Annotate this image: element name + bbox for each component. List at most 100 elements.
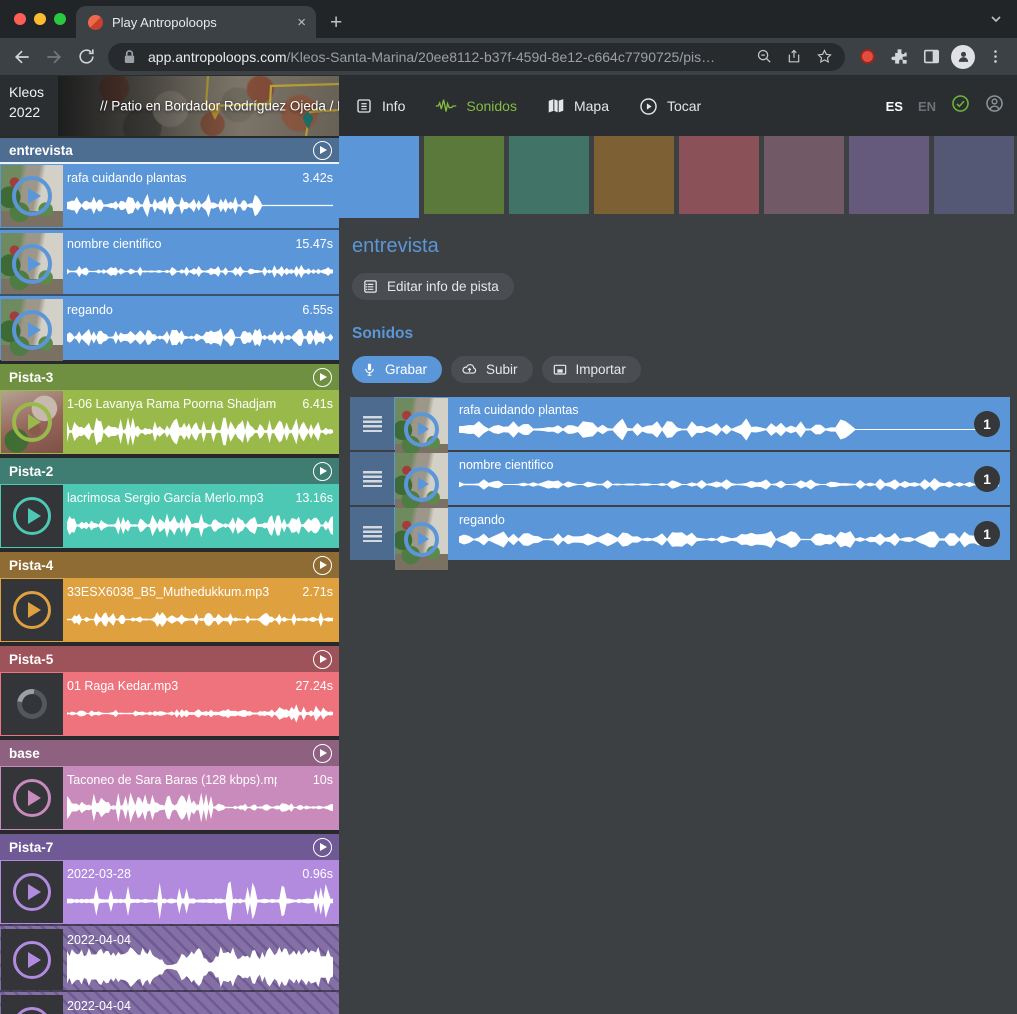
play-overlay-icon[interactable] (404, 467, 439, 502)
new-tab-button[interactable]: + (330, 12, 342, 33)
play-overlay-icon[interactable] (13, 497, 51, 535)
clip-thumbnail[interactable] (1, 929, 63, 991)
play-overlay-icon[interactable] (404, 522, 439, 557)
track-color-tab[interactable] (849, 136, 929, 214)
track-play-button[interactable] (313, 744, 332, 763)
record-button[interactable]: Grabar (352, 356, 442, 383)
play-overlay-icon[interactable] (12, 402, 52, 442)
account-icon[interactable] (985, 94, 1004, 118)
remix-cover-map[interactable]: // Patio en Bordador Rodríguez Ojeda / R… (58, 76, 339, 136)
sound-thumbnail[interactable] (395, 398, 448, 460)
nav-item-sonidos[interactable]: Sonidos (435, 98, 517, 114)
track-header[interactable]: entrevista (0, 138, 339, 164)
address-bar[interactable]: app.antropoloops.com/Kleos-Santa-Marina/… (108, 43, 845, 71)
sound-thumbnail[interactable] (395, 453, 448, 515)
play-overlay-icon[interactable] (13, 1007, 51, 1014)
sound-row[interactable]: rafa cuidando plantas 1 (350, 397, 1010, 450)
lang-es-button[interactable]: ES (886, 99, 903, 114)
back-button[interactable] (8, 43, 36, 71)
browser-tab[interactable]: Play Antropoloops × (76, 6, 316, 38)
sound-row[interactable]: regando 1 (350, 507, 1010, 560)
track-color-tab[interactable] (679, 136, 759, 214)
play-overlay-icon[interactable] (12, 176, 52, 216)
audio-clip[interactable]: 1-06 Lavanya Rama Poorna Shadjam Rupak..… (0, 390, 339, 454)
clip-thumbnail[interactable] (1, 767, 63, 829)
lock-icon[interactable] (118, 46, 140, 68)
import-button[interactable]: Importar (542, 356, 641, 383)
browser-menu-kebab-icon[interactable] (981, 43, 1009, 71)
sound-row[interactable]: nombre cientifico 1 (350, 452, 1010, 505)
track-Pista-5: Pista-5 01 Raga Kedar.mp3 27.24s (0, 646, 339, 736)
audio-clip[interactable]: 01 Raga Kedar.mp3 27.24s (0, 672, 339, 736)
drag-handle-icon[interactable] (350, 397, 394, 450)
track-header[interactable]: Pista-3 (0, 364, 339, 390)
track-header[interactable]: Pista-5 (0, 646, 339, 672)
track-play-button[interactable] (313, 462, 332, 481)
drag-handle-icon[interactable] (350, 452, 394, 505)
track-color-tab[interactable] (509, 136, 589, 214)
audio-clip[interactable]: rafa cuidando plantas 3.42s (0, 164, 339, 228)
url-text[interactable]: app.antropoloops.com/Kleos-Santa-Marina/… (148, 49, 745, 65)
clip-thumbnail[interactable] (1, 673, 63, 735)
play-overlay-icon[interactable] (13, 941, 51, 979)
share-icon[interactable] (783, 46, 805, 68)
play-overlay-icon[interactable] (13, 873, 51, 911)
clip-thumbnail[interactable] (1, 233, 63, 295)
track-color-tab[interactable] (339, 136, 419, 218)
bookmark-star-icon[interactable] (813, 46, 835, 68)
clip-thumbnail[interactable] (1, 995, 63, 1014)
track-color-tab[interactable] (764, 136, 844, 214)
track-play-button[interactable] (313, 368, 332, 387)
track-header[interactable]: base (0, 740, 339, 766)
clip-thumbnail[interactable] (1, 485, 63, 547)
tab-search-chevron-icon[interactable] (989, 12, 1003, 31)
clip-thumbnail[interactable] (1, 861, 63, 923)
play-overlay-icon[interactable] (13, 591, 51, 629)
track-play-button[interactable] (313, 556, 332, 575)
clip-thumbnail[interactable] (1, 579, 63, 641)
track-play-button[interactable] (313, 141, 332, 160)
track-color-tab[interactable] (594, 136, 674, 214)
lang-en-button[interactable]: EN (918, 99, 936, 114)
clip-thumbnail[interactable] (1, 165, 63, 227)
play-overlay-icon[interactable] (12, 244, 52, 284)
track-play-button[interactable] (313, 650, 332, 669)
nav-item-mapa[interactable]: Mapa (547, 98, 609, 114)
clip-thumbnail[interactable] (1, 391, 63, 453)
extensions-puzzle-icon[interactable] (885, 43, 913, 71)
track-color-tab[interactable] (424, 136, 504, 214)
play-overlay-icon[interactable] (12, 310, 52, 350)
play-overlay-icon[interactable] (13, 779, 51, 817)
nav-item-tocar[interactable]: Tocar (639, 97, 701, 116)
audio-clip[interactable]: Taconeo de Sara Baras (128 kbps).mp3 10s (0, 766, 339, 830)
track-header[interactable]: Pista-2 (0, 458, 339, 484)
forward-button[interactable] (40, 43, 68, 71)
tab-close-icon[interactable]: × (297, 15, 306, 30)
audio-clip[interactable]: regando 6.55s (0, 294, 339, 360)
recording-extension-icon[interactable] (853, 43, 881, 71)
window-close-button[interactable] (14, 13, 26, 25)
audio-clip[interactable]: 2022-04-04 (0, 924, 339, 990)
nav-item-info[interactable]: Info (355, 97, 405, 115)
audio-clip[interactable]: lacrimosa Sergio García Merlo.mp3 13.16s (0, 484, 339, 548)
track-color-tab[interactable] (934, 136, 1014, 214)
clip-thumbnail[interactable] (1, 299, 63, 361)
audio-clip[interactable]: 2022-04-04 (0, 990, 339, 1014)
track-play-button[interactable] (313, 838, 332, 857)
track-header[interactable]: Pista-7 (0, 834, 339, 860)
side-panel-icon[interactable] (917, 43, 945, 71)
zoom-out-icon[interactable] (753, 46, 775, 68)
drag-handle-icon[interactable] (350, 507, 394, 560)
audio-clip[interactable]: nombre cientifico 15.47s (0, 228, 339, 294)
window-zoom-button[interactable] (54, 13, 66, 25)
window-minimize-button[interactable] (34, 13, 46, 25)
track-header[interactable]: Pista-4 (0, 552, 339, 578)
sound-thumbnail[interactable] (395, 508, 448, 570)
upload-button[interactable]: Subir (451, 356, 533, 383)
audio-clip[interactable]: 2022-03-28 0.96s (0, 860, 339, 924)
edit-track-info-button[interactable]: Editar info de pista (352, 273, 514, 300)
profile-avatar[interactable] (949, 43, 977, 71)
audio-clip[interactable]: 33ESX6038_B5_Muthedukkum.mp3 2.71s (0, 578, 339, 642)
reload-button[interactable] (72, 43, 100, 71)
play-overlay-icon[interactable] (404, 412, 439, 447)
